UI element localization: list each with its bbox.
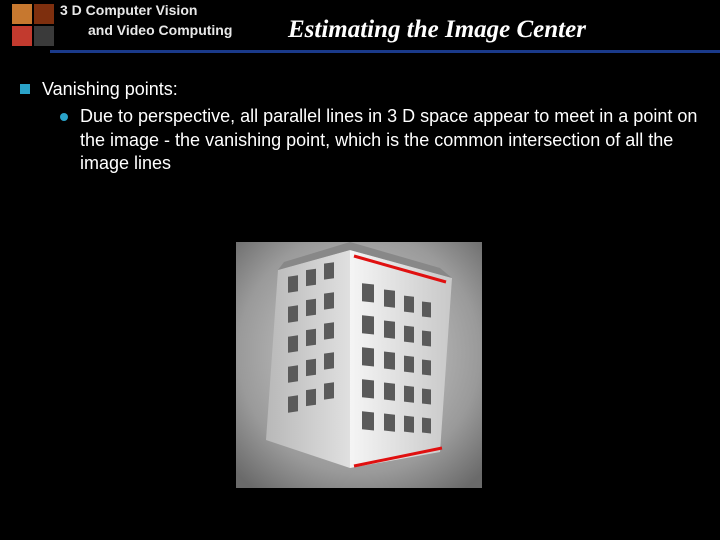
slide-content: Vanishing points: Due to perspective, al…	[20, 78, 700, 176]
logo-grid	[12, 4, 54, 46]
header-subtitle-line2: and Video Computing	[88, 22, 232, 38]
slide-header: 3 D Computer Vision and Video Computing …	[0, 0, 720, 58]
bullet-item: Vanishing points:	[20, 78, 700, 101]
logo-square	[34, 26, 54, 46]
sub-bullet-item: Due to perspective, all parallel lines i…	[60, 105, 700, 175]
logo-square	[12, 4, 32, 24]
bullet-text: Vanishing points:	[42, 78, 178, 101]
bullet-dot-icon	[60, 113, 68, 121]
header-subtitle-line1: 3 D Computer Vision	[60, 2, 197, 18]
slide-title: Estimating the Image Center	[288, 16, 586, 44]
bullet-square-icon	[20, 84, 30, 94]
vanishing-point-figure	[236, 242, 482, 488]
title-underline	[0, 50, 720, 53]
logo-square	[34, 4, 54, 24]
logo-square	[12, 26, 32, 46]
sub-bullet-text: Due to perspective, all parallel lines i…	[80, 105, 700, 175]
